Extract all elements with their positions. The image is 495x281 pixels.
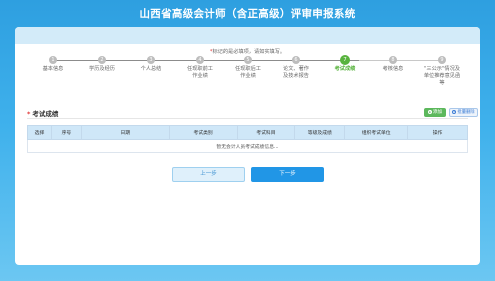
step-number: 3 <box>147 56 155 64</box>
column-header-index: 序号 <box>50 125 82 140</box>
section-title-text: 考试成绩 <box>32 110 59 118</box>
step-progress: 1 基本信息 2 学历及经历 3 个人总结 4 任现职前工作业绩 5 任现职后工… <box>35 55 463 96</box>
exam-scores-table: 选择 序号 日期 考试类别 考试科目 等级及成绩 组织考试单位 操作 暂无会计人… <box>27 125 468 153</box>
step-number: 7 <box>340 55 350 65</box>
plus-circle-icon: + <box>427 109 432 114</box>
step-label: 论文、著作及技术报告 <box>283 66 309 79</box>
step-number: 2 <box>98 56 106 64</box>
required-marker: * <box>27 110 31 118</box>
column-header-date: 日期 <box>80 125 170 140</box>
step-number: 8 <box>389 56 397 64</box>
step-label: "三公示"情况及单位推荐意见函等 <box>423 66 461 86</box>
step-number: 1 <box>49 56 57 64</box>
system-title: 山西省高级会计师（含正高级）评审申报系统 <box>139 8 356 20</box>
main-card: *标记的是必填项，请如实填写。 1 基本信息 2 学历及经历 3 个人总结 4 … <box>15 27 480 265</box>
previous-step-button[interactable]: 上一步 <box>172 167 245 182</box>
table-empty-row: 暂无会计人员考试成绩信息... <box>27 139 468 153</box>
step-publicity-recommendation[interactable]: 9 "三公示"情况及单位推荐意见函等 <box>412 56 472 87</box>
required-notice: *标记的是必填项，请如实填写。 <box>15 48 480 55</box>
step-label: 任现职后工作业绩 <box>235 66 261 79</box>
column-header-exam-subject: 考试科目 <box>236 125 296 140</box>
column-header-actions: 操作 <box>407 125 468 140</box>
minus-circle-icon: − <box>452 109 457 114</box>
exam-scores-section-header: * 考试成绩 +添加 −批量删除 <box>27 107 478 119</box>
section-title: * 考试成绩 <box>27 108 58 118</box>
column-header-select: 选择 <box>27 125 52 140</box>
empty-message: 暂无会计人员考试成绩信息... <box>27 139 468 153</box>
column-header-exam-category: 考试类别 <box>168 125 238 140</box>
required-notice-text: 标记的是必填项，请如实填写。 <box>212 49 286 55</box>
column-header-exam-organizer: 组织考试单位 <box>344 125 409 140</box>
batch-delete-label: 批量删除 <box>457 110 475 115</box>
add-button-label: 添加 <box>432 110 443 115</box>
step-number: 6 <box>292 56 300 64</box>
card-banner <box>15 27 480 44</box>
step-number: 4 <box>196 56 204 64</box>
add-button[interactable]: +添加 <box>424 108 446 117</box>
step-number: 5 <box>244 56 252 64</box>
step-number: 9 <box>438 56 446 64</box>
batch-delete-button[interactable]: −批量删除 <box>449 108 478 117</box>
step-label: 任现职前工作业绩 <box>187 66 213 79</box>
next-step-button[interactable]: 下一步 <box>251 167 324 182</box>
column-header-grade-score: 等级及成绩 <box>294 125 346 140</box>
table-header-row: 选择 序号 日期 考试类别 考试科目 等级及成绩 组织考试单位 操作 <box>27 125 468 140</box>
